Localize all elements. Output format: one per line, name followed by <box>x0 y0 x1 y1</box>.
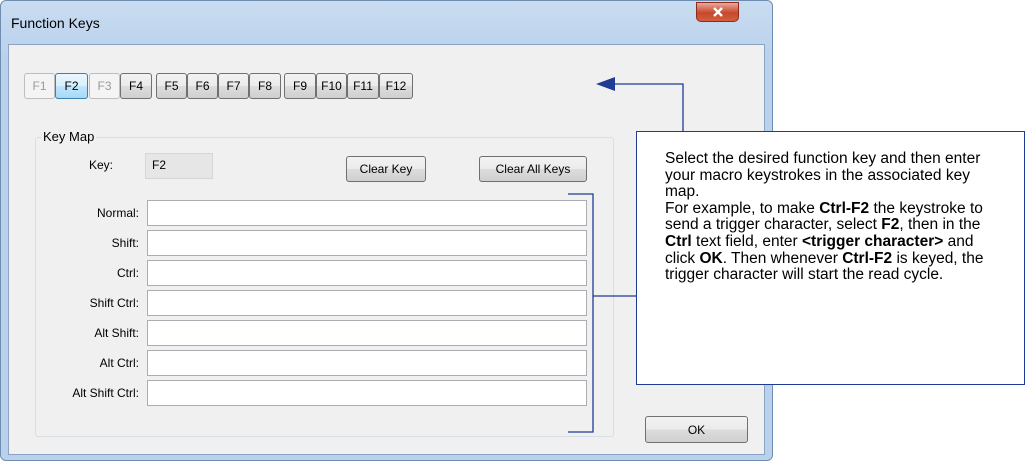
callout-bold: F2 <box>881 216 900 234</box>
callout-bold: Ctrl-F2 <box>842 249 893 267</box>
callout-text: text field, enter <box>691 232 802 250</box>
callout-text: , then in the <box>899 216 981 234</box>
callout-bracket <box>568 193 636 433</box>
callout-text: . Then whenever <box>722 249 843 267</box>
callout-bold: Ctrl-F2 <box>819 199 870 217</box>
callout-bold: Ctrl <box>665 232 692 250</box>
callout-intro: Select the desired function key and then… <box>665 150 981 201</box>
callout-arrowhead <box>596 77 615 91</box>
callout-bold: <trigger character> <box>801 232 944 250</box>
instruction-callout: Select the desired function key and then… <box>636 131 1025 385</box>
callout-bold: OK <box>699 249 723 267</box>
callout-text: For example, to make <box>665 199 820 217</box>
callout-pointer-line <box>613 83 684 131</box>
